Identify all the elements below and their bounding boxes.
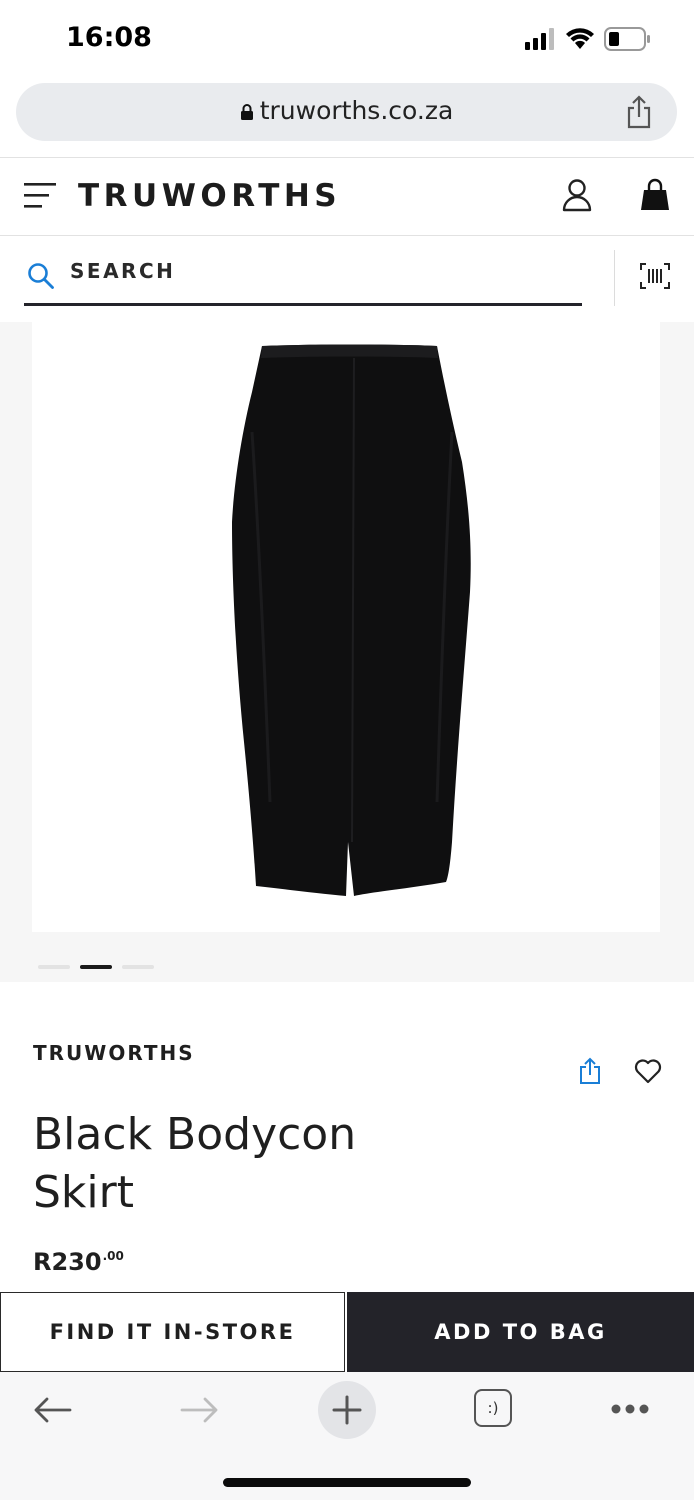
home-indicator <box>223 1478 471 1487</box>
forward-arrow-icon[interactable] <box>180 1396 220 1424</box>
back-arrow-icon[interactable] <box>32 1396 72 1424</box>
barcode-scan-icon[interactable] <box>640 263 670 289</box>
shopping-bag-icon[interactable] <box>640 178 670 212</box>
product-image <box>232 344 471 896</box>
gallery-dot-3[interactable] <box>122 965 154 969</box>
address-bar[interactable]: truworths.co.za <box>16 83 677 141</box>
product-image-card[interactable] <box>32 322 660 932</box>
price-main: R230 <box>33 1248 102 1276</box>
product-name-line-1: Black Bodycon <box>33 1109 357 1160</box>
divider <box>0 235 694 236</box>
gallery-dot-1[interactable] <box>38 965 70 969</box>
menu-icon[interactable] <box>24 183 56 209</box>
tabs-button[interactable]: :) <box>474 1389 512 1427</box>
signal-icon <box>525 28 554 50</box>
account-icon[interactable] <box>562 178 592 212</box>
truworths-logo[interactable]: TRUWORTHS <box>78 178 341 214</box>
search-icon <box>28 263 54 289</box>
gallery-dot-2[interactable] <box>80 965 112 969</box>
price-cents: .00 <box>102 1249 124 1263</box>
lock-icon <box>240 104 253 120</box>
product-brand[interactable]: TRUWORTHS <box>33 1041 195 1065</box>
url-text: truworths.co.za <box>259 96 454 125</box>
product-name-line-2: Skirt <box>33 1167 134 1218</box>
wishlist-heart-icon[interactable] <box>634 1058 662 1084</box>
search-input[interactable]: SEARCH <box>70 259 175 283</box>
find-in-store-button[interactable]: FIND IT IN-STORE <box>0 1292 345 1372</box>
wifi-icon <box>566 28 594 49</box>
more-icon[interactable] <box>610 1403 650 1415</box>
divider <box>0 157 694 158</box>
new-tab-button[interactable] <box>318 1381 376 1439</box>
share-icon[interactable] <box>578 1057 602 1085</box>
product-price: R230.00 <box>33 1248 124 1276</box>
search-underline <box>24 303 582 306</box>
tabs-glyph: :) <box>487 1399 499 1417</box>
add-to-bag-button[interactable]: ADD TO BAG <box>347 1292 694 1372</box>
share-icon[interactable] <box>624 95 654 129</box>
divider <box>614 250 615 306</box>
status-time: 16:08 <box>66 22 152 53</box>
battery-icon <box>604 27 650 51</box>
plus-icon <box>332 1395 362 1425</box>
product-name: Black Bodycon Skirt <box>33 1106 453 1222</box>
